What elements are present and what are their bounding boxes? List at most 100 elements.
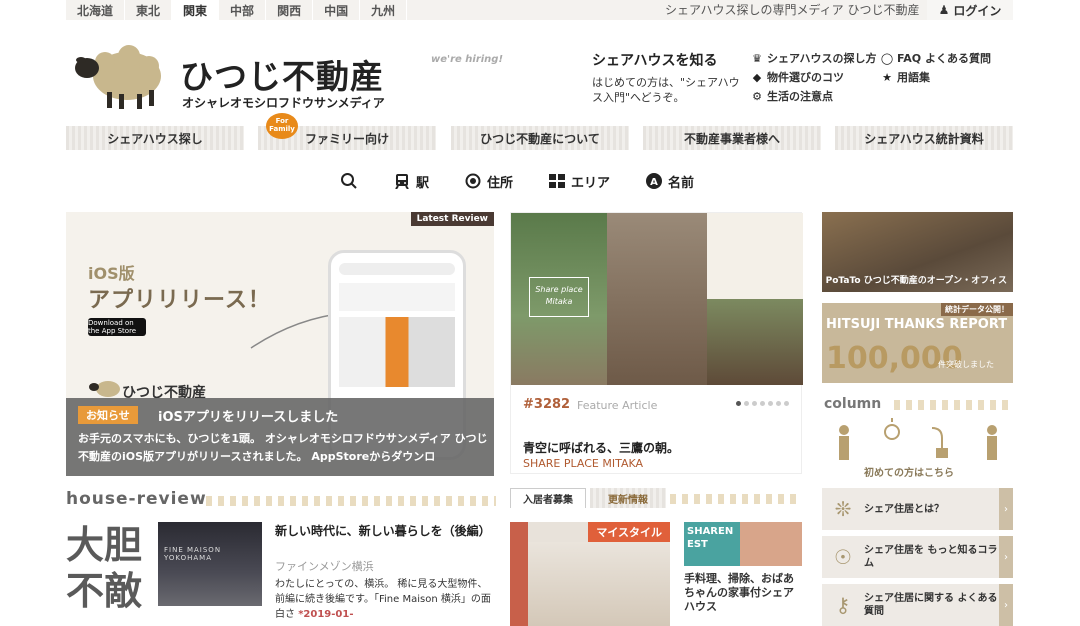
box-what-is-share[interactable]: ❊ シェア住居とは？ ›	[822, 488, 1013, 530]
region-kanto[interactable]: 関東	[172, 0, 220, 20]
search-area[interactable]: エリア	[549, 172, 610, 191]
review-date: *2019-01-	[298, 609, 354, 620]
person-icon: ♟	[938, 3, 950, 17]
q-icon: ◯	[880, 51, 894, 65]
login-label: ログイン	[953, 3, 1002, 18]
column-pattern	[894, 400, 1013, 410]
ios-title: アプリリリース！	[88, 288, 271, 313]
stats-sub: 件突破しました	[938, 360, 994, 369]
a-circle-icon: A	[646, 173, 663, 189]
link-tips[interactable]: ◆ 物件選びのコツ	[750, 69, 844, 85]
main-nav: シェアハウス探し ファミリー向け ひつじ不動産について 不動産事業者様へ シェア…	[66, 126, 1013, 150]
svg-text:A: A	[650, 177, 658, 188]
review-photo[interactable]: FINE MAISON YOKOHAMA	[158, 522, 262, 606]
hero-title[interactable]: iOSアプリをリリースしました	[158, 406, 338, 425]
carousel-dot[interactable]	[768, 401, 773, 406]
tab-updates[interactable]: 更新情報	[590, 488, 666, 508]
search-icon	[341, 173, 357, 189]
column-subtitle[interactable]: 初めての方はこちら	[864, 464, 954, 479]
office-banner[interactable]: PoTaTo ひつじ不動産のオープン・オフィス	[822, 212, 1013, 292]
stats-badge: 統計データ公開！	[941, 303, 1013, 316]
key-icon: ⚷	[835, 593, 851, 617]
star-icon: ★	[882, 70, 892, 84]
carousel-dot[interactable]	[744, 401, 749, 406]
hero-banner[interactable]: Latest Review iOS版 アプリリリース！ Download on …	[66, 212, 494, 476]
feature-title: 青空に呼ばれる、三鷹の朝。	[523, 441, 680, 455]
region-chubu[interactable]: 中部	[219, 0, 267, 20]
link-how-to-search[interactable]: ♛ シェアハウスの探し方	[750, 50, 877, 66]
link-glossary[interactable]: ★ 用語集	[880, 69, 930, 85]
notice-badge: お知らせ	[78, 406, 138, 424]
bulb-icon: ❊	[834, 497, 852, 521]
ios-label: iOS版	[88, 264, 135, 283]
stats-banner[interactable]: 統計データ公開！ HITSUJI THANKS REPORT 100,000 件…	[822, 303, 1013, 383]
region-tohoku[interactable]: 東北	[125, 0, 173, 20]
feature-number: #3282	[523, 397, 571, 412]
feature-house-name: SHARE PLACE MITAKA	[523, 457, 644, 470]
link-faq[interactable]: ◯ FAQ よくある質問	[880, 50, 991, 66]
carousel-dot[interactable]	[752, 401, 757, 406]
search-address[interactable]: 住所	[465, 172, 513, 191]
tab-pattern	[670, 494, 802, 504]
house-review-title[interactable]: house-review	[66, 489, 207, 509]
logo-subtitle: オシャレオモシロフドウサンメディア	[182, 96, 385, 110]
sheep-logo-icon[interactable]	[71, 40, 167, 112]
review-photo-text: FINE MAISON YOKOHAMA	[164, 546, 222, 562]
nav-statistics[interactable]: シェアハウス統計資料	[835, 126, 1013, 150]
site-tagline: シェアハウス探しの専門メディア ひつじ不動産	[665, 3, 920, 17]
nav-share-house-search[interactable]: シェアハウス探し	[66, 126, 244, 150]
latest-review-badge: Latest Review	[410, 212, 494, 226]
family-badge: For Family	[266, 113, 298, 139]
search-station[interactable]: 駅	[394, 172, 429, 191]
hiring-link[interactable]: we're hiring!	[431, 54, 503, 65]
hero-description: お手元のスマホにも、ひつじを1頭。 オシャレオモシロフドウサンメディア ひつじ不…	[78, 432, 488, 463]
carousel-dot[interactable]	[736, 401, 741, 406]
feature-photo: Share place Mitaka	[511, 213, 803, 385]
carousel-dot[interactable]	[784, 401, 789, 406]
review-house-name: ファインメゾン横浜	[275, 560, 374, 573]
sharenest-description: 手料理、掃除、おばあちゃんの家事付シェアハウス	[684, 572, 794, 613]
logo-text[interactable]: ひつじ不動産	[180, 50, 384, 98]
grid-icon	[549, 174, 566, 188]
review-bold-word: 大胆不敵	[66, 523, 143, 613]
know-title[interactable]: シェアハウスを知る	[592, 50, 717, 70]
info-tabs: 入居者募集 更新情報	[510, 488, 802, 508]
region-hokkaido[interactable]: 北海道	[66, 0, 126, 20]
office-banner-text: PoTaTo ひつじ不動産のオープン・オフィス	[825, 276, 1007, 286]
crown-icon: ♛	[752, 51, 762, 65]
nav-about[interactable]: ひつじ不動産について	[451, 126, 629, 150]
gear-icon: ⚙	[752, 89, 762, 103]
carousel-dot[interactable]	[760, 401, 765, 406]
tab-recruitment[interactable]: 入居者募集	[510, 488, 586, 508]
mystyle-badge: マイスタイル	[588, 522, 670, 542]
hero-caption: お知らせ iOSアプリをリリースしました お手元のスマホにも、ひつじを1頭。 オ…	[66, 398, 494, 476]
appstore-badge: Download on the App Store	[88, 318, 146, 336]
chevron-right-icon: ›	[999, 488, 1013, 530]
login-button[interactable]: ♟ ログイン	[927, 0, 1013, 20]
feature-article[interactable]: Share place Mitaka #3282 Feature Article…	[510, 212, 803, 474]
region-kansai[interactable]: 関西	[266, 0, 314, 20]
review-description: わたしにとっての、横浜。 稀に見る大型物件、前編に続き後編です。「Fine Ma…	[275, 579, 491, 620]
feature-type: Feature Article	[577, 399, 658, 412]
feature-photo-label: Share place Mitaka	[529, 277, 589, 317]
plug-icon: ☉	[834, 545, 852, 569]
link-life-notes[interactable]: ⚙ 生活の注意点	[750, 88, 833, 104]
train-icon	[395, 174, 409, 189]
stats-heading: HITSUJI THANKS REPORT	[826, 317, 1008, 332]
box-share-faq[interactable]: ⚷ シェア住居に関する よくある質問 ›	[822, 584, 1013, 626]
chevron-right-icon: ›	[999, 584, 1013, 626]
search-name[interactable]: A 名前	[646, 172, 694, 191]
box-share-column[interactable]: ☉ シェア住居を もっと知るコラム ›	[822, 536, 1013, 578]
mystyle-photo[interactable]: マイスタイル	[510, 522, 670, 626]
nav-for-agents[interactable]: 不動産事業者様へ	[643, 126, 821, 150]
sheep-small-icon	[89, 381, 120, 397]
review-article-title[interactable]: 新しい時代に、新しい暮らしを（後編）	[275, 523, 497, 540]
sharenest-header: SHARENEST	[684, 522, 740, 566]
sharenest-card[interactable]: SHARENEST 手料理、掃除、おばあちゃんの家事付シェアハウス	[684, 522, 802, 626]
region-chugoku[interactable]: 中国	[313, 0, 361, 20]
house-review-pattern	[206, 496, 496, 506]
region-kyushu[interactable]: 九州	[360, 0, 408, 20]
carousel-dot[interactable]	[776, 401, 781, 406]
search-button[interactable]	[340, 172, 358, 190]
sharenest-photo	[740, 522, 802, 566]
